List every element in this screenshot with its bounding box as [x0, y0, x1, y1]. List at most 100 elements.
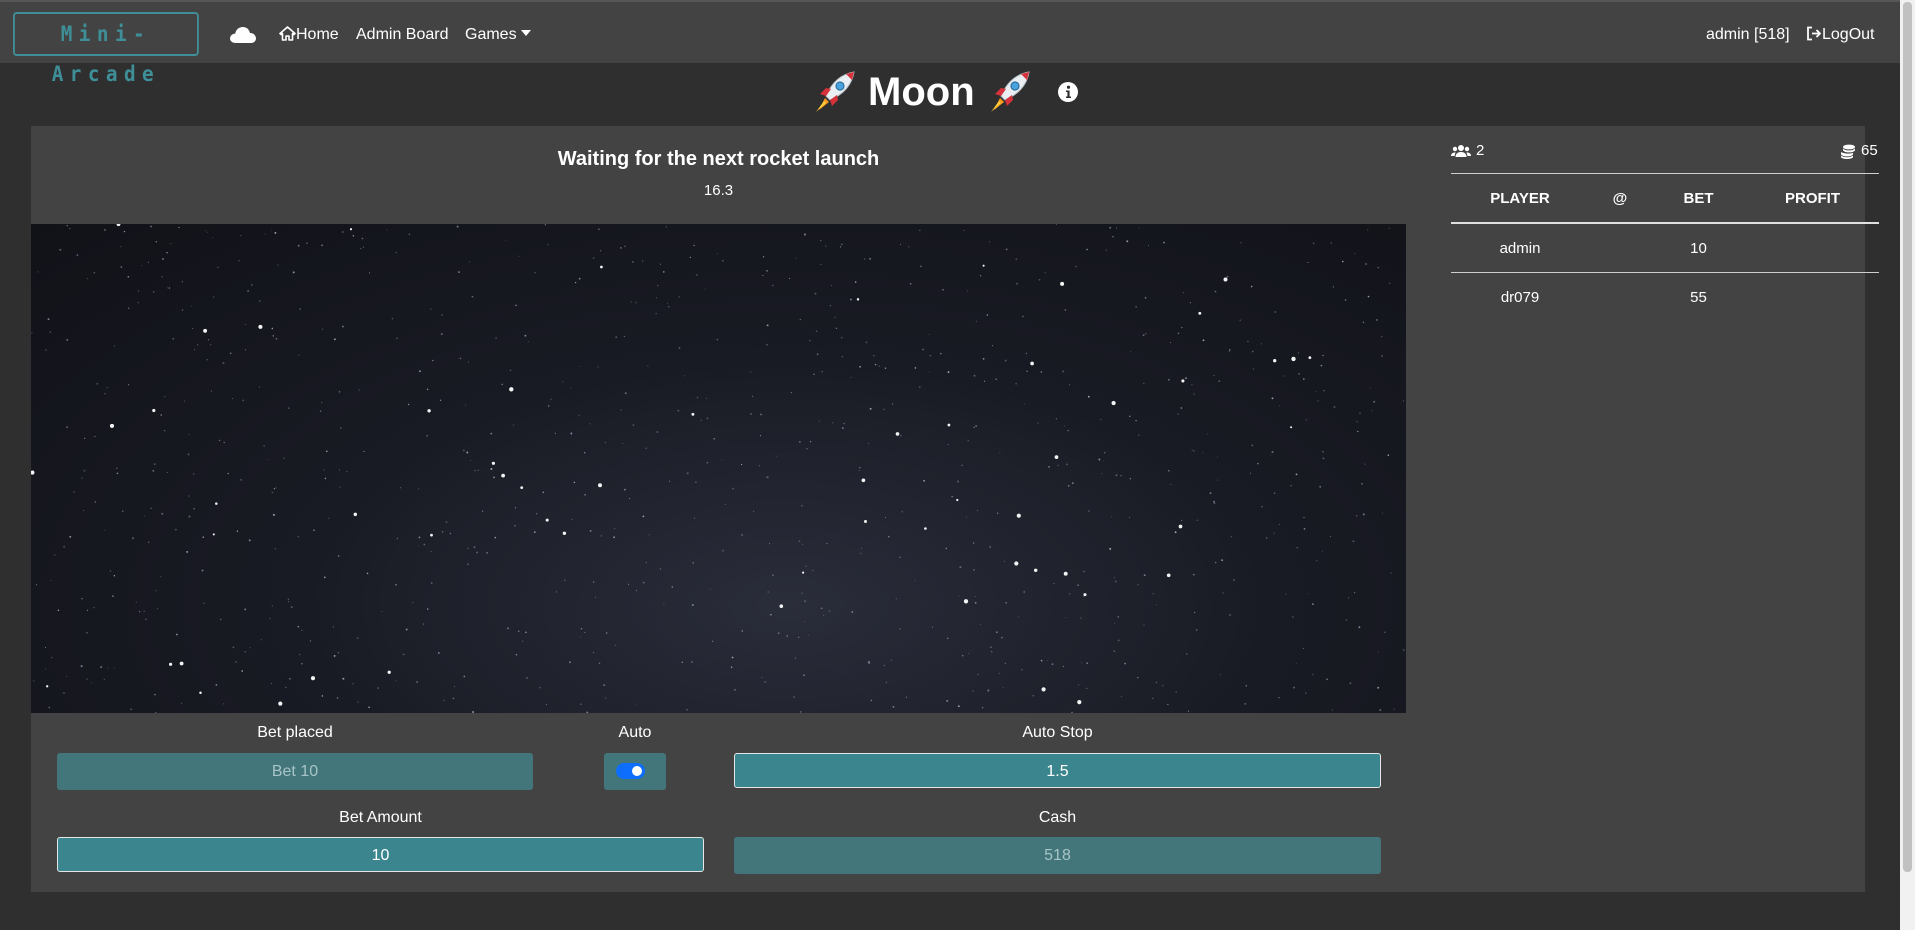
- star: [273, 488, 275, 490]
- bet-placed-button[interactable]: Bet 10: [57, 753, 533, 790]
- star: [271, 605, 273, 607]
- star: [1030, 361, 1034, 366]
- player-count: 2: [1476, 142, 1485, 159]
- auto-stop-input[interactable]: 1.5: [734, 753, 1381, 788]
- star: [494, 536, 497, 539]
- scrollbar-thumb[interactable]: [1903, 2, 1912, 872]
- star: [1174, 531, 1177, 534]
- star: [63, 692, 65, 694]
- star: [412, 601, 414, 604]
- star: [366, 572, 369, 575]
- star: [762, 256, 765, 258]
- star: [545, 518, 549, 522]
- info-icon[interactable]: [1057, 81, 1079, 103]
- star: [759, 435, 762, 437]
- nav-admin-board-link[interactable]: Admin Board: [356, 23, 449, 47]
- star: [1105, 249, 1107, 251]
- star: [1024, 403, 1026, 405]
- bet-amount-input[interactable]: 10: [57, 837, 704, 872]
- logout-link[interactable]: LogOut: [1806, 23, 1874, 47]
- nav-games-dropdown[interactable]: Games: [465, 23, 531, 47]
- star: [152, 408, 156, 413]
- star: [795, 257, 797, 259]
- star: [271, 491, 274, 494]
- star: [192, 473, 195, 475]
- star: [292, 271, 295, 274]
- star: [323, 469, 325, 471]
- star: [1077, 584, 1079, 586]
- star: [162, 258, 164, 260]
- star: [859, 466, 861, 469]
- star: [741, 630, 744, 632]
- star: [942, 288, 944, 291]
- star: [1213, 374, 1215, 377]
- star: [1196, 519, 1199, 521]
- star: [408, 233, 411, 236]
- star: [104, 393, 106, 395]
- star: [975, 425, 977, 427]
- star: [1270, 454, 1271, 456]
- star: [1181, 379, 1185, 383]
- star: [899, 628, 901, 630]
- star: [981, 706, 984, 709]
- star: [630, 301, 632, 303]
- star: [504, 239, 506, 241]
- star: [1322, 354, 1324, 357]
- star: [1177, 413, 1179, 415]
- star: [843, 422, 845, 425]
- star: [86, 278, 88, 280]
- star: [116, 224, 121, 227]
- bet-placed-label: Bet placed: [257, 724, 333, 741]
- star: [37, 271, 39, 273]
- star: [297, 244, 300, 247]
- star: [215, 502, 218, 505]
- star: [338, 391, 341, 393]
- star: [1321, 550, 1323, 552]
- star: [1261, 506, 1263, 508]
- page-title: Moon: [868, 69, 975, 114]
- star: [908, 246, 910, 248]
- cloud-icon[interactable]: [229, 24, 257, 44]
- star: [864, 258, 866, 260]
- star: [539, 686, 541, 689]
- auto-toggle-switch[interactable]: [616, 763, 645, 779]
- star: [693, 244, 695, 247]
- star: [671, 586, 674, 588]
- page-scrollbar[interactable]: [1900, 0, 1915, 930]
- star: [332, 626, 334, 628]
- star: [766, 324, 769, 327]
- star: [597, 483, 603, 488]
- star: [1347, 597, 1350, 599]
- star: [711, 640, 714, 642]
- star: [820, 607, 823, 610]
- star: [1111, 516, 1113, 518]
- star: [945, 547, 948, 550]
- star: [1213, 500, 1215, 503]
- star: [713, 437, 716, 440]
- star: [1352, 540, 1355, 543]
- star: [562, 531, 567, 535]
- chevron-down-icon: [520, 30, 531, 36]
- star: [858, 469, 860, 471]
- star: [520, 486, 524, 489]
- star: [477, 469, 479, 471]
- star: [977, 673, 979, 676]
- star: [1367, 295, 1370, 298]
- star: [1143, 624, 1145, 626]
- star: [1166, 573, 1171, 578]
- star: [1291, 356, 1296, 362]
- star: [321, 328, 324, 330]
- brand-logo[interactable]: Mini-Arcade: [13, 12, 199, 86]
- star: [734, 688, 736, 691]
- star: [515, 653, 518, 656]
- star: [1209, 492, 1212, 494]
- star: [1015, 258, 1018, 260]
- star: [1355, 514, 1358, 517]
- star: [899, 556, 901, 559]
- user-account-label[interactable]: admin [518]: [1706, 23, 1790, 47]
- star: [589, 529, 592, 532]
- star: [947, 423, 951, 427]
- nav-home-link[interactable]: Home: [279, 23, 339, 47]
- star: [804, 600, 806, 602]
- star: [321, 244, 323, 247]
